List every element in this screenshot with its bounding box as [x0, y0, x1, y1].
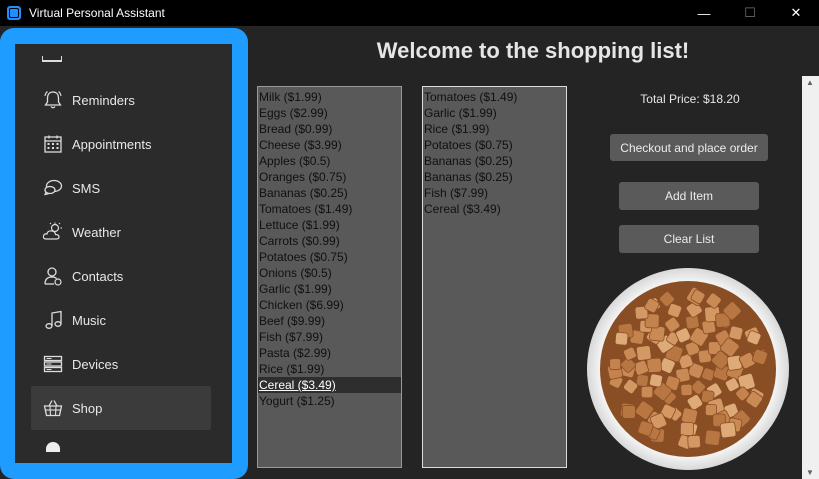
cereal-piece	[687, 434, 701, 449]
cereal-piece	[719, 421, 737, 439]
list-item[interactable]: Oranges ($0.75)	[258, 169, 401, 185]
list-item[interactable]: Bananas ($0.25)	[423, 153, 566, 169]
cereal-piece	[609, 358, 622, 371]
cereal-piece	[635, 345, 652, 361]
sidebar-partial-icon-bottom	[46, 442, 60, 452]
clear-list-button[interactable]: Clear List	[619, 225, 759, 253]
minimize-button[interactable]: —	[681, 0, 727, 26]
list-item[interactable]: Chicken ($6.99)	[258, 297, 401, 313]
sidebar-item-sms[interactable]: SMS	[31, 166, 211, 210]
cereal-piece	[614, 331, 629, 346]
list-item[interactable]: Garlic ($1.99)	[423, 105, 566, 121]
contact-icon	[42, 265, 64, 287]
list-item[interactable]: Milk ($1.99)	[258, 89, 401, 105]
list-item[interactable]: Cheese ($3.99)	[258, 137, 401, 153]
sidebar-item-appointments[interactable]: Appointments	[31, 122, 211, 166]
cereal-piece	[622, 405, 636, 419]
sidebar: Reminders Appointments SMS Weather Conta…	[15, 44, 232, 463]
scroll-down-arrow[interactable]: ▼	[806, 468, 814, 477]
maximize-button[interactable]: ☐	[727, 0, 773, 26]
list-item[interactable]: Bananas ($0.25)	[258, 185, 401, 201]
cereal-bowl-image	[587, 268, 789, 470]
list-item[interactable]: Potatoes ($0.75)	[258, 249, 401, 265]
sidebar-item-contacts[interactable]: Contacts	[31, 254, 211, 298]
sidebar-item-reminders[interactable]: Reminders	[31, 78, 211, 122]
cereal-piece	[649, 373, 663, 388]
chat-icon	[42, 177, 64, 199]
sidebar-item-label: Reminders	[72, 92, 135, 108]
devices-icon	[42, 353, 64, 375]
list-item[interactable]: Cereal ($3.49)	[423, 201, 566, 217]
total-price: Total Price: $18.20	[640, 92, 740, 106]
list-item[interactable]: Potatoes ($0.75)	[423, 137, 566, 153]
sidebar-item-label: SMS	[72, 180, 101, 196]
list-item[interactable]: Beef ($9.99)	[258, 313, 401, 329]
sidebar-item-shop[interactable]: Shop	[31, 386, 211, 430]
list-item[interactable]: Bananas ($0.25)	[423, 169, 566, 185]
cereal-piece	[646, 357, 662, 373]
list-item[interactable]: Garlic ($1.99)	[258, 281, 401, 297]
app-icon	[7, 6, 21, 20]
sidebar-partial-icon-top	[42, 56, 62, 62]
title-bar: Virtual Personal Assistant — ☐ ✕	[0, 0, 819, 26]
sidebar-item-devices[interactable]: Devices	[31, 342, 211, 386]
window-title: Virtual Personal Assistant	[29, 6, 165, 20]
list-item[interactable]: Fish ($7.99)	[423, 185, 566, 201]
cereal-piece	[728, 325, 744, 341]
calendar-icon	[42, 133, 64, 155]
sidebar-scrollbar[interactable]	[234, 137, 242, 363]
sidebar-item-label: Appointments	[72, 136, 152, 152]
close-button[interactable]: ✕	[773, 0, 819, 26]
cereal-piece	[640, 385, 654, 399]
list-item[interactable]: Yogurt ($1.25)	[258, 393, 401, 409]
list-item[interactable]: Onions ($0.5)	[258, 265, 401, 281]
checkout-button[interactable]: Checkout and place order	[610, 134, 768, 161]
scroll-up-arrow[interactable]: ▲	[806, 78, 814, 87]
list-item[interactable]: Lettuce ($1.99)	[258, 217, 401, 233]
cereal-piece	[680, 383, 693, 397]
list-item[interactable]: Rice ($1.99)	[258, 361, 401, 377]
list-item[interactable]: Pasta ($2.99)	[258, 345, 401, 361]
window-controls: — ☐ ✕	[681, 0, 819, 26]
list-item[interactable]: Tomatoes ($1.49)	[258, 201, 401, 217]
add-item-button[interactable]: Add Item	[619, 182, 759, 210]
sidebar-item-label: Weather	[72, 224, 121, 240]
music-icon	[42, 309, 64, 331]
cereal-piece	[679, 421, 694, 437]
sidebar-item-label: Shop	[72, 400, 103, 416]
list-item[interactable]: Eggs ($2.99)	[258, 105, 401, 121]
list-item[interactable]: Tomatoes ($1.49)	[423, 89, 566, 105]
sidebar-item-label: Contacts	[72, 268, 124, 284]
list-item[interactable]: Apples ($0.5)	[258, 153, 401, 169]
cereal-piece	[704, 429, 721, 446]
cart-list[interactable]: Tomatoes ($1.49) Garlic ($1.99) Rice ($1.9…	[422, 86, 567, 468]
sidebar-item-label: Devices	[72, 356, 119, 372]
list-item[interactable]: Cereal ($3.49)	[258, 377, 401, 393]
sidebar-item-music[interactable]: Music	[31, 298, 211, 342]
page-title: Welcome to the shopping list!	[376, 38, 690, 63]
list-item[interactable]: Carrots ($0.99)	[258, 233, 401, 249]
sidebar-item-weather[interactable]: Weather	[31, 210, 211, 254]
list-item[interactable]: Bread ($0.99)	[258, 121, 401, 137]
basket-icon	[42, 397, 64, 419]
bell-icon	[42, 89, 64, 111]
main-scrollbar[interactable]: ▲ ▼	[802, 76, 819, 479]
sidebar-item-label: Music	[72, 312, 106, 328]
list-item[interactable]: Rice ($1.99)	[423, 121, 566, 137]
weather-icon	[42, 221, 64, 243]
list-item[interactable]: Fish ($7.99)	[258, 329, 401, 345]
product-list[interactable]: Milk ($1.99) Eggs ($2.99) Bread ($0.99) Che…	[257, 86, 402, 468]
